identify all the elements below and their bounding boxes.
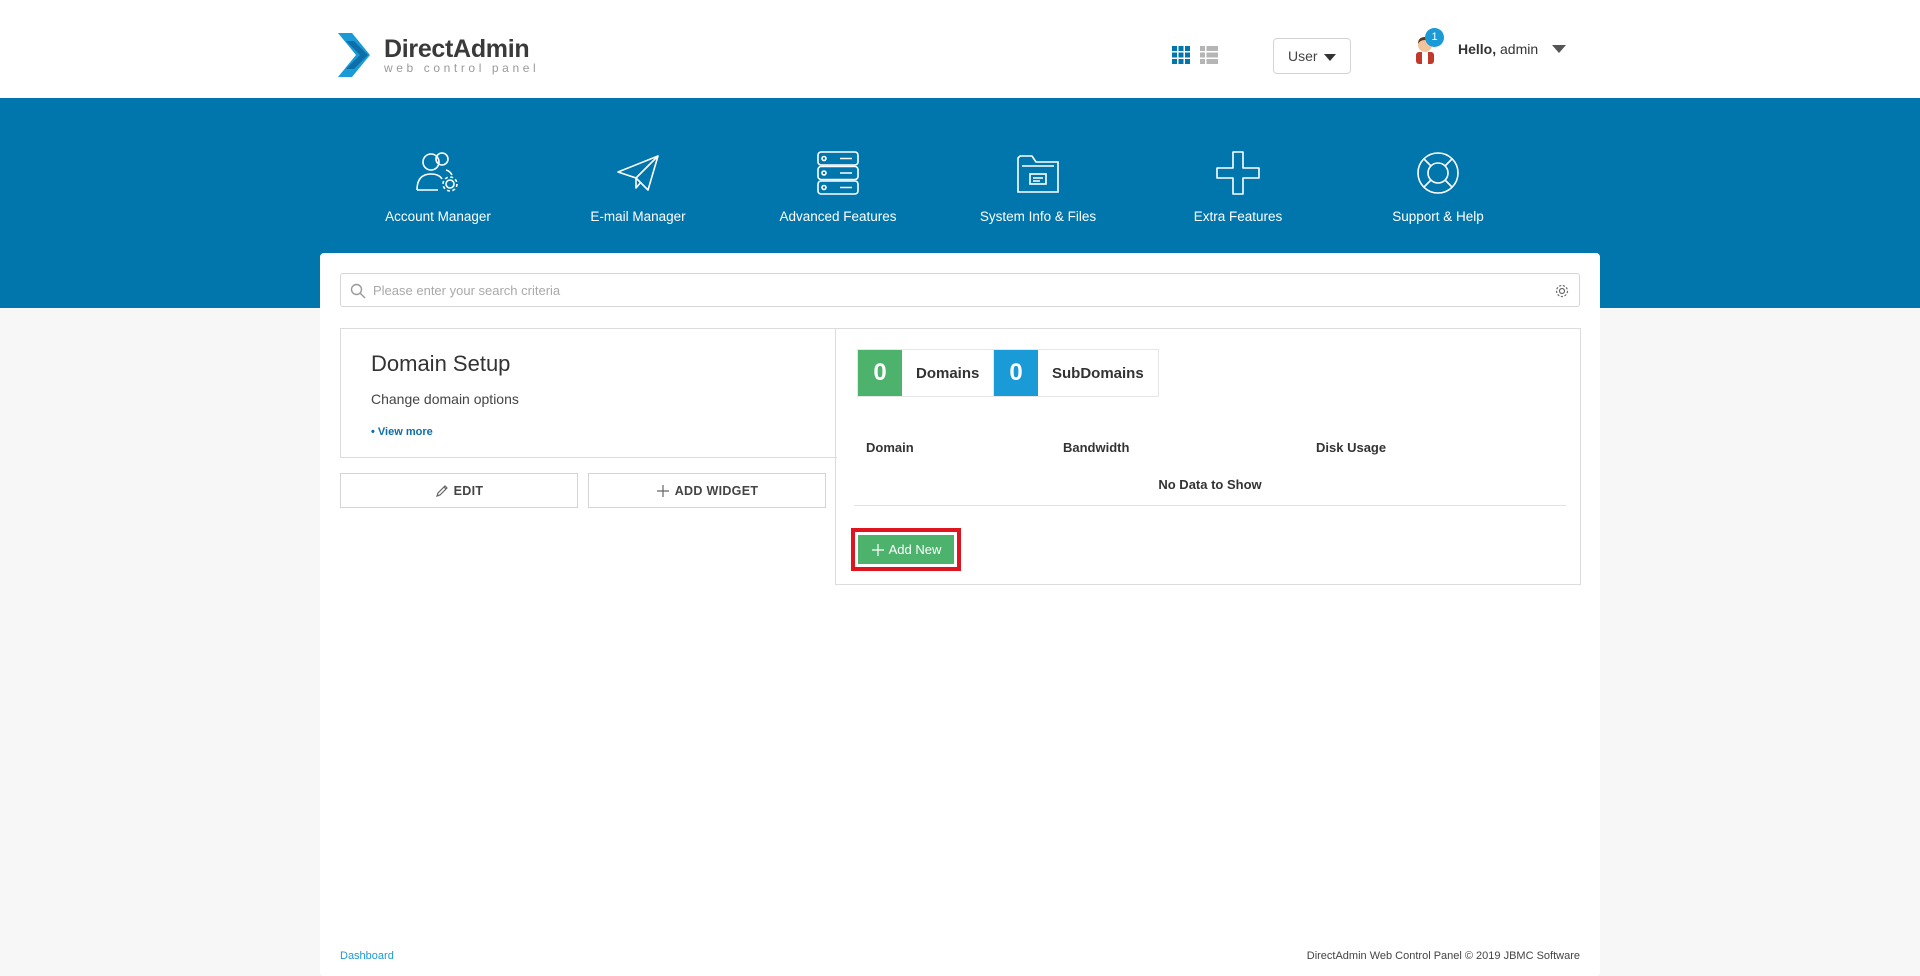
view-toggle (1172, 46, 1218, 64)
edit-button[interactable]: EDIT (340, 473, 578, 508)
account-menu[interactable]: 1 Hello, admin (1412, 28, 1567, 64)
nav-item-account-manager[interactable]: Account Manager (338, 150, 538, 224)
server-stack-icon (817, 151, 859, 195)
account-manager-icon (416, 152, 458, 192)
domains-panel: 0 Domains 0 SubDomains Domain Bandwidth … (835, 328, 1581, 585)
plus-icon (656, 484, 669, 497)
add-widget-button-label: ADD WIDGET (674, 483, 759, 498)
main-card: Domain Setup Change domain options • Vie… (320, 253, 1600, 976)
lifebuoy-icon (1417, 152, 1459, 194)
empty-table-message: No Data to Show (1158, 477, 1262, 492)
pencil-icon (435, 484, 448, 497)
greeting-prefix: Hello, (1458, 41, 1497, 57)
plus-icon (1216, 151, 1260, 195)
subdomains-stat: 0 SubDomains (993, 349, 1159, 397)
chevron-down-icon (1552, 45, 1567, 53)
gear-icon[interactable] (1554, 283, 1570, 299)
search-input[interactable] (373, 274, 1533, 306)
add-widget-button[interactable]: ADD WIDGET (588, 473, 826, 508)
copyright-text: DirectAdmin Web Control Panel © 2019 JBM… (1306, 950, 1580, 962)
add-new-highlight: Add New (851, 528, 961, 571)
nav-item-extra-features[interactable]: Extra Features (1138, 150, 1338, 224)
nav-item-support-help[interactable]: Support & Help (1338, 150, 1538, 224)
subdomains-stat-label: SubDomains (1052, 364, 1144, 382)
domains-count: 0 (858, 350, 902, 396)
table-divider (854, 505, 1566, 506)
logo[interactable]: DirectAdmin web control panel (338, 33, 539, 77)
widget-description: Change domain options (371, 391, 519, 407)
list-view-icon[interactable] (1200, 46, 1218, 64)
domains-stat: 0 Domains (857, 349, 995, 397)
greeting-username: admin (1496, 41, 1539, 57)
logo-title: DirectAdmin (384, 34, 530, 63)
role-select-value: User (1288, 48, 1318, 64)
nav-item-system-info[interactable]: System Info & Files (938, 150, 1138, 224)
chevron-down-icon (1324, 54, 1336, 61)
view-more-link[interactable]: • View more (371, 426, 433, 438)
greeting: Hello, admin (1458, 41, 1538, 57)
add-new-button[interactable]: Add New (858, 535, 954, 564)
top-header: DirectAdmin web control panel User 1 Hel… (0, 0, 1920, 98)
nav-label: Support & Help (1392, 209, 1484, 224)
widget-title: Domain Setup (371, 351, 511, 376)
column-header-bandwidth[interactable]: Bandwidth (1063, 440, 1129, 455)
role-select[interactable]: User (1273, 38, 1351, 74)
search-icon (350, 283, 366, 299)
column-header-disk-usage[interactable]: Disk Usage (1316, 440, 1386, 455)
search-bar (340, 273, 1580, 307)
column-header-domain[interactable]: Domain (866, 440, 914, 455)
add-new-button-label: Add New (888, 542, 942, 557)
notification-badge[interactable]: 1 (1425, 28, 1444, 47)
edit-button-label: EDIT (453, 483, 484, 498)
nav-label: E-mail Manager (590, 209, 686, 224)
domains-stat-label: Domains (916, 364, 980, 382)
avatar: 1 (1412, 28, 1444, 64)
subdomains-count: 0 (994, 350, 1038, 396)
domain-setup-widget: Domain Setup Change domain options • Vie… (340, 328, 837, 458)
grid-view-icon[interactable] (1172, 46, 1190, 64)
nav-item-advanced-features[interactable]: Advanced Features (738, 150, 938, 224)
nav-label: Advanced Features (779, 209, 897, 224)
paper-plane-icon (617, 155, 659, 191)
plus-icon (871, 543, 884, 556)
nav-label: Extra Features (1193, 209, 1283, 224)
main-nav: Account Manager E-mail Manager Advanced … (338, 150, 1538, 224)
folder-icon (1017, 155, 1059, 193)
nav-item-email-manager[interactable]: E-mail Manager (538, 150, 738, 224)
nav-label: Account Manager (385, 209, 491, 224)
breadcrumb[interactable]: Dashboard (340, 950, 394, 962)
nav-label: System Info & Files (979, 209, 1097, 224)
logo-mark-icon (338, 33, 370, 77)
logo-subtitle: web control panel (384, 60, 540, 75)
